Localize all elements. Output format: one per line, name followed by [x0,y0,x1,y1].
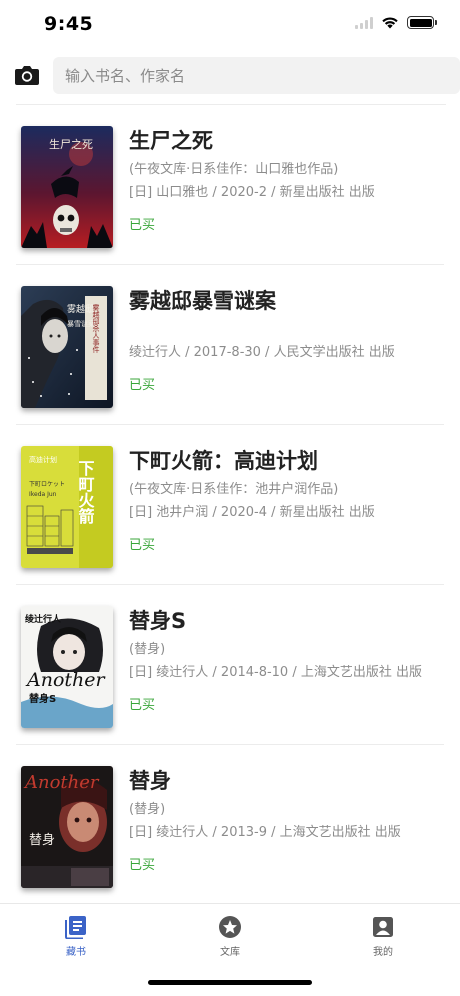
cover-latin-text: Another [23,772,100,793]
book-cover[interactable]: 下町火箭 高迪计划 下町ロケット Ikeda Jun [21,446,113,568]
book-title[interactable]: 下町火箭：高迪计划 [129,445,318,475]
cover-title-text: 替身 [29,832,55,848]
cover-title-text: 生尸之死 [49,137,93,151]
book-meta: [日] 绫辻行人 / 2013-9 / 上海文艺出版社 出版 [129,825,401,840]
search-input[interactable] [53,57,460,94]
tab-label: 藏书 [66,947,86,958]
book-list-item[interactable]: 雾越邸 暴雪谜案 雾越邸杀人事件 雾越邸暴雪谜案 绫辻行人 / 2017-8-3… [0,265,460,425]
search-row [0,56,460,96]
home-indicator [148,980,312,985]
purchase-status: 已买 [129,698,156,713]
tab-profile[interactable]: 我的 [353,915,413,961]
book-series: (替身) [129,802,166,817]
cover-title-text: 雾越邸 [67,303,94,315]
tab-library[interactable]: 文库 [200,915,260,961]
book-list-item[interactable]: 生尸之死 生尸之死 (午夜文库·日系佳作：山口雅也作品) [日] 山口雅也 / … [0,105,460,265]
cover-subtitle-text: 暴雪谜案 [67,319,95,328]
book-series: (午夜文库·日系佳作：山口雅也作品) [129,162,339,177]
book-meta: 绫辻行人 / 2017-8-30 / 人民文学出版社 出版 [129,345,395,360]
cover-subtitle-text: 高迪计划 [29,455,57,464]
cover-jp-text: 下町ロケット [29,481,65,488]
purchase-status: 已买 [129,858,156,873]
tab-label: 文库 [220,947,240,958]
purchase-status: 已买 [129,218,156,233]
profile-icon [373,917,393,937]
cover-side-text: 雾越邸杀人事件 [92,304,100,354]
cover-title-text: 下町火箭 [76,460,95,525]
cover-author-text: Ikeda Jun [29,491,57,498]
book-meta: [日] 山口雅也 / 2020-2 / 新星出版社 出版 [129,185,375,200]
star-badge-icon [219,916,241,938]
book-series: (午夜文库·日系佳作：池井户润作品) [129,482,339,497]
purchase-status: 已买 [129,538,156,553]
book-title[interactable]: 替身S [129,605,186,635]
cellular-signal-icon [355,16,373,29]
tab-label: 我的 [373,947,393,958]
book-title[interactable]: 雾越邸暴雪谜案 [129,285,276,315]
book-series: (替身) [129,642,166,657]
book-meta: [日] 池井户润 / 2020-4 / 新星出版社 出版 [129,505,375,520]
cover-author-text: 绫辻行人 [25,613,62,625]
wifi-icon [382,17,398,29]
book-cover[interactable]: 绫辻行人 Another 替身S [21,606,113,728]
status-icons [355,16,437,29]
book-cover[interactable]: Another 替身 [21,766,113,888]
book-title[interactable]: 替身 [129,765,171,795]
book-title[interactable]: 生尸之死 [129,125,213,155]
battery-icon [407,16,437,29]
cover-latin-text: Another [25,669,107,691]
book-list-item[interactable]: 下町火箭 高迪计划 下町ロケット Ikeda Jun 下町火箭：高迪计划 (午夜… [0,425,460,585]
status-bar: 9:45 [0,0,460,50]
purchase-status: 已买 [129,378,156,393]
tab-bookshelf[interactable]: 藏书 [46,915,106,961]
book-list-item[interactable]: Another 替身 替身 (替身) [日] 绫辻行人 / 2013-9 / 上… [0,745,460,905]
book-list-item[interactable]: 绫辻行人 Another 替身S 替身S (替身) [日] 绫辻行人 / 201… [0,585,460,745]
cover-title-text: 替身S [29,692,56,705]
book-meta: [日] 绫辻行人 / 2014-8-10 / 上海文艺出版社 出版 [129,665,422,680]
status-time: 9:45 [44,13,94,35]
book-cover[interactable]: 雾越邸 暴雪谜案 雾越邸杀人事件 [21,286,113,408]
book-cover[interactable]: 生尸之死 [21,126,113,248]
book-list: 生尸之死 生尸之死 (午夜文库·日系佳作：山口雅也作品) [日] 山口雅也 / … [0,105,460,905]
camera-icon[interactable] [14,62,40,88]
bookshelf-icon [65,916,86,939]
